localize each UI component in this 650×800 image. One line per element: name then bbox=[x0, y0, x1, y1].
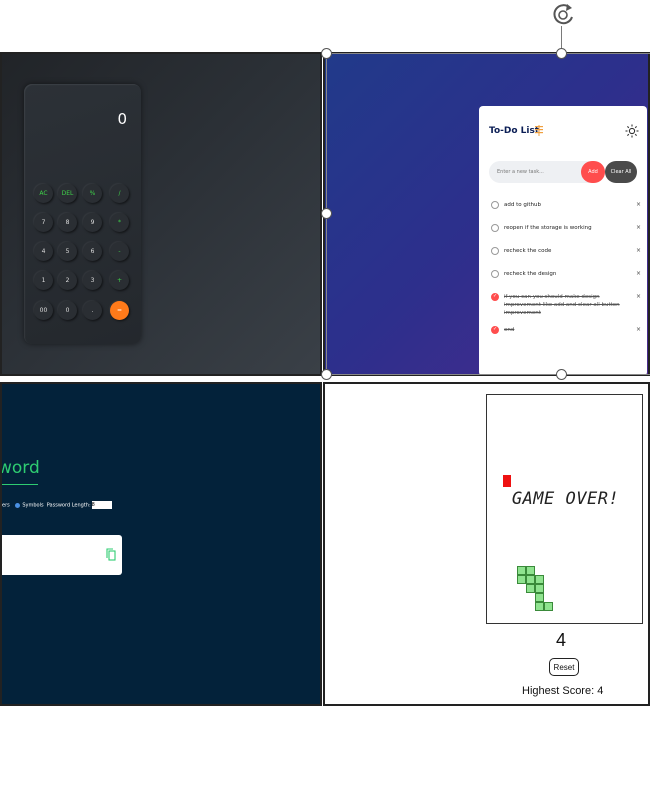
calc-key[interactable]: 0 bbox=[58, 301, 77, 320]
snake-segment bbox=[526, 575, 535, 584]
password-options: ers Symbols Password Length:8 bbox=[2, 501, 112, 509]
password-title: word bbox=[0, 458, 40, 478]
list-icon bbox=[535, 125, 543, 136]
calc-key[interactable]: 2 bbox=[58, 271, 77, 290]
calc-key[interactable]: 3 bbox=[83, 271, 102, 290]
password-output-field[interactable] bbox=[2, 535, 122, 575]
calc-key[interactable]: . bbox=[83, 301, 102, 320]
food-block bbox=[503, 475, 511, 487]
snake-segment bbox=[517, 575, 526, 584]
calc-key[interactable]: = bbox=[110, 301, 129, 320]
selection-edge-top bbox=[327, 53, 650, 54]
calc-key[interactable]: 7 bbox=[34, 213, 53, 232]
highest-score: Highest Score: 4 bbox=[522, 685, 604, 697]
current-score: 4 bbox=[556, 630, 567, 650]
snake-segment bbox=[526, 566, 535, 575]
todo-checkbox[interactable] bbox=[491, 326, 499, 334]
theme-toggle-icon[interactable] bbox=[625, 124, 639, 138]
calculator-body: 0 AC DEL%/7 8 9 * 4 5 6-1 2 3 +00 0. = bbox=[24, 84, 141, 344]
calc-key[interactable]: 4 bbox=[34, 242, 53, 261]
todo-item-text: recheck the code bbox=[504, 248, 552, 254]
task-input[interactable]: Enter a new task... bbox=[489, 161, 589, 183]
snake-game-panel[interactable]: GAME OVER! 4 Reset Highest Score: 4 bbox=[323, 382, 650, 706]
todo-item-text: reopen if the storage is working bbox=[504, 225, 592, 231]
resize-handle-left[interactable] bbox=[321, 208, 332, 219]
title-underline bbox=[2, 484, 38, 485]
todo-checkbox[interactable] bbox=[491, 247, 499, 255]
calc-key[interactable]: % bbox=[83, 184, 102, 203]
calculator-display: 0 bbox=[117, 110, 127, 128]
calc-key[interactable]: / bbox=[110, 184, 129, 203]
todo-checkbox[interactable] bbox=[491, 224, 499, 232]
delete-icon[interactable]: × bbox=[636, 201, 641, 208]
resize-handle-bottom[interactable] bbox=[556, 369, 567, 380]
calc-key[interactable]: 9 bbox=[83, 213, 102, 232]
snake-segment bbox=[544, 602, 553, 611]
snake-segment bbox=[517, 566, 526, 575]
resize-handle-top[interactable] bbox=[556, 48, 567, 59]
delete-icon[interactable]: × bbox=[636, 247, 641, 254]
calc-key[interactable]: 8 bbox=[58, 213, 77, 232]
calc-key[interactable]: 5 bbox=[58, 242, 77, 261]
clear-all-button[interactable]: Clear All bbox=[605, 161, 637, 183]
snake-segment bbox=[526, 584, 535, 593]
resize-handle-bottom-left[interactable] bbox=[321, 369, 332, 380]
rotate-handle-icon[interactable] bbox=[548, 0, 578, 30]
snake-segment bbox=[535, 602, 544, 611]
todo-item-text: recheck the design bbox=[504, 271, 557, 277]
snake-segment bbox=[535, 584, 544, 593]
copy-icon[interactable] bbox=[106, 548, 116, 561]
delete-icon[interactable]: × bbox=[636, 326, 641, 333]
length-input[interactable]: 8 bbox=[91, 501, 112, 509]
delete-icon[interactable]: × bbox=[636, 270, 641, 277]
snake-segment bbox=[535, 575, 544, 584]
length-label: Password Length: bbox=[46, 502, 91, 509]
reset-button[interactable]: Reset bbox=[549, 658, 579, 676]
todo-checkbox[interactable] bbox=[491, 201, 499, 209]
calculator-panel[interactable]: 0 AC DEL%/7 8 9 * 4 5 6-1 2 3 +00 0. = bbox=[0, 52, 322, 376]
game-board: GAME OVER! bbox=[486, 394, 643, 624]
todo-item-text: add to github bbox=[504, 202, 542, 208]
delete-icon[interactable]: × bbox=[636, 293, 641, 300]
calc-key[interactable]: 6 bbox=[83, 242, 102, 261]
password-generator-panel[interactable]: word ers Symbols Password Length:8 bbox=[0, 382, 322, 706]
calc-key[interactable]: AC bbox=[34, 184, 53, 203]
resize-handle-top-left[interactable] bbox=[321, 48, 332, 59]
symbols-label: Symbols bbox=[22, 502, 44, 509]
selection-edge-bottom bbox=[327, 374, 650, 375]
todo-checkbox[interactable] bbox=[491, 293, 499, 301]
calc-key[interactable]: DEL bbox=[58, 184, 77, 203]
calc-key[interactable]: - bbox=[110, 242, 129, 261]
delete-icon[interactable]: × bbox=[636, 224, 641, 231]
todo-panel[interactable]: To-Do List Enter a new task... Add Clear… bbox=[323, 52, 650, 376]
game-over-text: GAME OVER! bbox=[511, 489, 620, 509]
symbols-checkbox[interactable] bbox=[15, 502, 21, 508]
numbers-option-label: ers bbox=[2, 502, 10, 509]
todo-item-text: end bbox=[504, 327, 515, 333]
todo-title: To-Do List bbox=[489, 126, 540, 136]
calc-key[interactable]: 1 bbox=[34, 271, 53, 290]
todo-item-text: if you can you should make design improv… bbox=[504, 294, 620, 316]
calc-key[interactable]: 00 bbox=[34, 301, 53, 320]
todo-card: To-Do List Enter a new task... Add Clear… bbox=[479, 106, 647, 374]
snake-segment bbox=[535, 593, 544, 602]
calc-key[interactable]: + bbox=[110, 271, 129, 290]
calc-key[interactable]: * bbox=[110, 213, 129, 232]
todo-checkbox[interactable] bbox=[491, 270, 499, 278]
add-task-button[interactable]: Add bbox=[581, 161, 605, 183]
